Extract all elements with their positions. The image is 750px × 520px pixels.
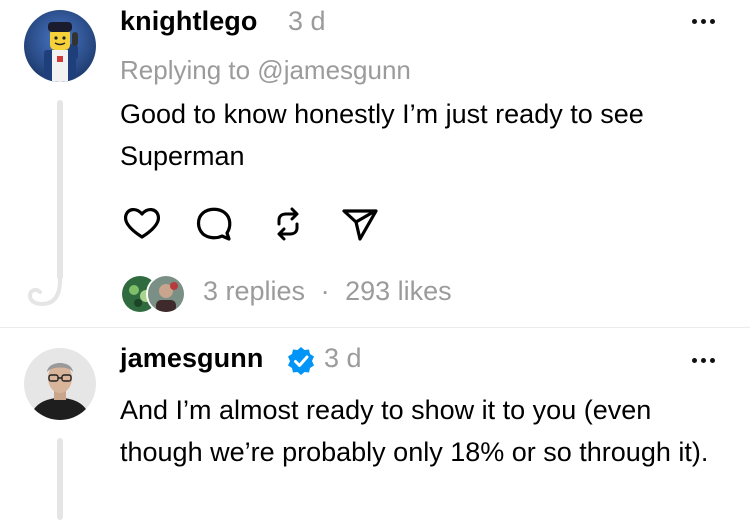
post-stats: 3 replies · 293 likes	[203, 276, 452, 307]
post-time: 3 d	[288, 6, 326, 36]
verified-badge-icon	[288, 347, 314, 375]
post-time: 3 d	[324, 343, 362, 373]
replier-avatar	[146, 274, 186, 314]
thread-line	[57, 100, 63, 280]
heart-icon	[123, 208, 161, 239]
thread-line	[57, 438, 63, 520]
more-options-button[interactable]	[692, 16, 722, 26]
thread-curl-icon	[27, 278, 62, 307]
profile-photo-avatar-icon	[24, 348, 96, 420]
avatar-jamesgunn[interactable]	[24, 348, 96, 420]
post-jamesgunn: jamesgunn 3 d And I’m almost ready to sh…	[0, 328, 750, 520]
more-options-button[interactable]	[692, 355, 722, 365]
username[interactable]: jamesgunn	[120, 343, 263, 374]
comment-button[interactable]	[192, 202, 236, 246]
repost-icon	[277, 207, 299, 241]
post-text: Good to know honestly I’m just ready to …	[120, 99, 644, 171]
post-knightlego: knightlego 3 d Replying to @jamesgunn Go…	[0, 0, 750, 327]
replier-avatars[interactable]	[120, 274, 186, 314]
reply-to-label[interactable]: Replying to @jamesgunn	[120, 55, 411, 86]
repost-button[interactable]	[266, 202, 310, 246]
post-text: And I’m almost ready to show it to you (…	[120, 395, 709, 467]
like-count-link[interactable]: 293 likes	[345, 276, 452, 306]
comment-icon	[196, 207, 232, 241]
username[interactable]: knightlego	[120, 6, 258, 37]
reply-count-link[interactable]: 3 replies	[203, 276, 305, 306]
share-icon	[342, 209, 378, 241]
avatar-knightlego[interactable]	[24, 10, 96, 82]
stats-separator: ·	[320, 276, 330, 306]
like-button[interactable]	[120, 202, 164, 246]
share-button[interactable]	[338, 202, 382, 246]
lego-figure-avatar-icon	[24, 10, 96, 82]
